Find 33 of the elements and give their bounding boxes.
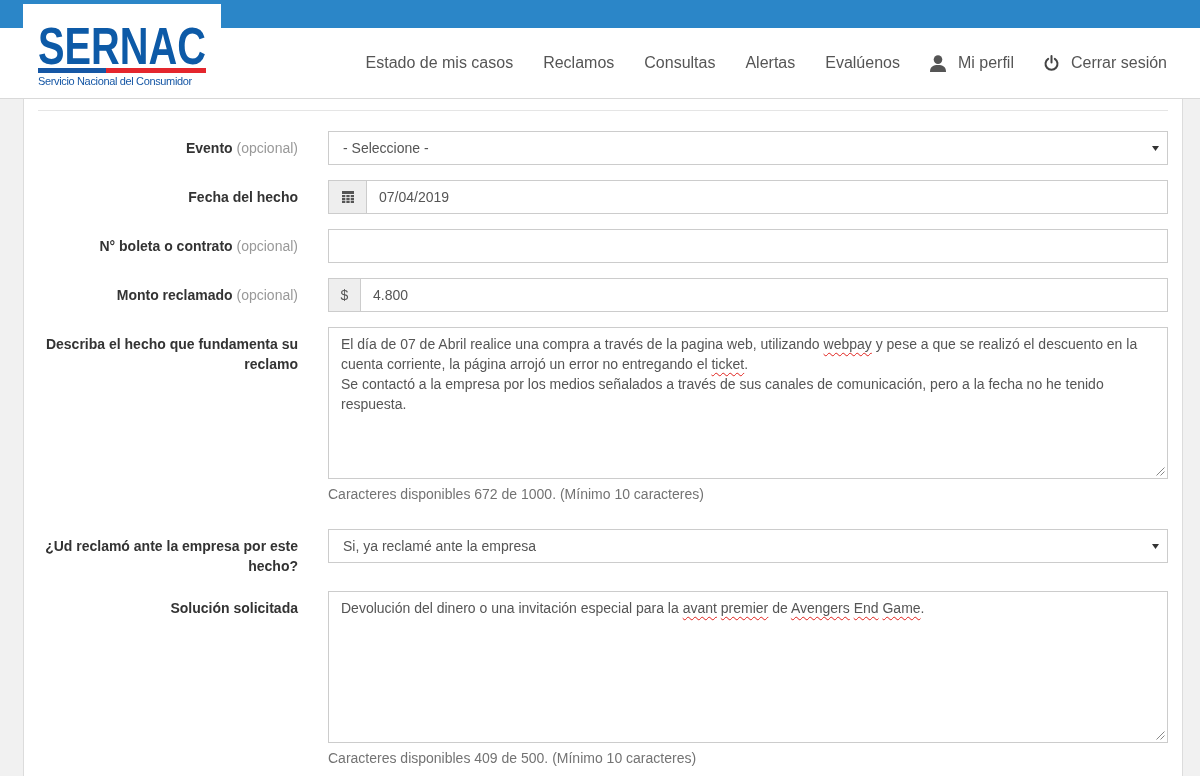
calendar-icon — [341, 191, 354, 203]
resize-handle-icon[interactable] — [1156, 467, 1165, 476]
logo-title: SERNAC — [38, 25, 206, 68]
text-area[interactable]: Devolución del dinero o una invitación especial para la avant premier de Avengers End Game. — [328, 591, 1168, 743]
caret-icon — [1152, 543, 1159, 549]
dropdown-select[interactable]: - Seleccione - — [328, 131, 1168, 165]
date-input[interactable]: 07/04/2019 — [367, 180, 1168, 214]
field-label: Fecha del hecho — [187, 188, 298, 207]
field-label: Describa el hecho que fundamenta su reclamo — [44, 335, 298, 374]
amount-input[interactable]: 4.800 — [361, 278, 1168, 312]
char-count-text: Caracteres disponibles 672 de 1000. (Mínimo 10 caracteres) — [328, 485, 705, 504]
nav-link[interactable]: Evalúenos — [825, 52, 900, 74]
resize-handle-icon[interactable] — [1156, 731, 1165, 740]
field-label: Monto reclamado (opcional) — [115, 286, 298, 305]
user-icon — [929, 54, 946, 72]
text-area[interactable]: El día de 07 de Abril realice una compra a través de la pagina web, utilizando webpay y pese a que se realizó el descuento en la cuenta corriente, la página arrojó un error no entregando el ticket. Se contactó a la empresa por los medios señalados a través de sus canales de comunicación, pero a la fecha no he tenido respuesta. — [328, 327, 1168, 479]
field-label: ¿Ud reclamó ante la empresa por este hecho? — [44, 537, 298, 576]
char-count-text: Caracteres disponibles 409 de 500. (Mínimo 10 caracteres) — [328, 749, 698, 768]
nav-link[interactable]: Estado de mis casos — [365, 52, 514, 74]
power-icon — [1043, 55, 1059, 71]
field-label: Solución solicitada — [169, 599, 298, 618]
logo-subtitle: Servicio Nacional del Consumidor — [38, 74, 192, 88]
currency-addon: $ — [328, 278, 361, 312]
field-label: Evento (opcional) — [184, 139, 298, 158]
text-input[interactable] — [328, 229, 1168, 263]
nav-link[interactable]: Reclamos — [543, 52, 615, 74]
field-label: N° boleta o contrato (opcional) — [98, 237, 298, 256]
nav-link[interactable]: Alertas — [745, 52, 796, 74]
caret-icon — [1152, 145, 1159, 151]
nav-link[interactable]: Cerrar sesión — [1043, 52, 1167, 74]
nav-link[interactable]: Mi perfil — [929, 52, 1014, 74]
nav-link[interactable]: Consultas — [644, 52, 716, 74]
dropdown-select[interactable]: Si, ya reclamé ante la empresa — [328, 529, 1168, 563]
